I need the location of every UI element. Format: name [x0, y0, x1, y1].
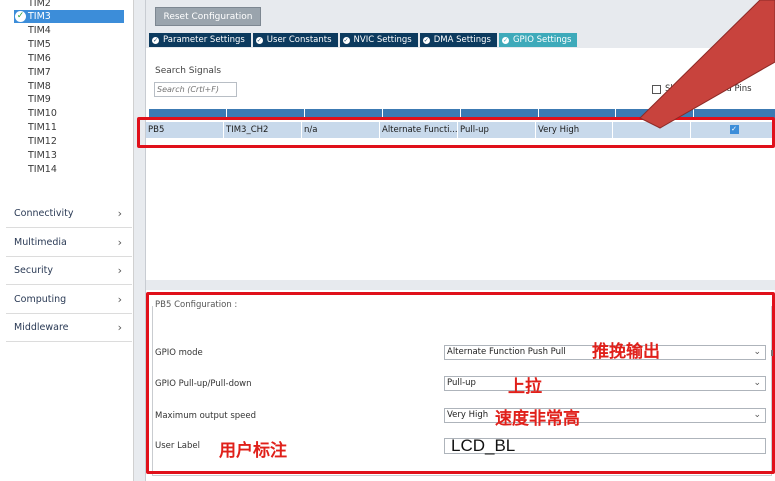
sidebar-category-connectivity[interactable]: Connectivity ›	[6, 200, 132, 228]
gpio-mode-label: GPIO mode	[155, 348, 203, 358]
main-panel: Reset Configuration ✓ Parameter Settings …	[146, 0, 775, 481]
tab-gpio-settings[interactable]: ✓ GPIO Settings	[498, 33, 578, 47]
cell-speed: Very High	[536, 122, 613, 138]
sidebar-item-tim6[interactable]: TIM6	[14, 52, 124, 65]
gpio-signals-panel: Search Signals Sh odified Pins PB5 TIM3_…	[146, 48, 775, 280]
column-header[interactable]	[694, 109, 775, 120]
sidebar-item-tim11[interactable]: TIM11	[14, 121, 124, 134]
sidebar-item-tim3[interactable]: ✓ TIM3	[14, 10, 124, 23]
table-row[interactable]: PB5 TIM3_CH2 n/a Alternate Functi... Pul…	[146, 122, 775, 138]
show-modified-checkbox[interactable]	[652, 85, 661, 94]
sidebar-item-tim4[interactable]: TIM4	[14, 24, 124, 37]
tab-nvic-settings[interactable]: ✓ NVIC Settings	[339, 33, 418, 47]
sidebar-item-tim8[interactable]: TIM8	[14, 80, 124, 93]
reset-configuration-button[interactable]: Reset Configuration	[155, 7, 261, 26]
cell-gpio-mode: Alternate Functi...	[380, 122, 458, 138]
scrollbar[interactable]	[771, 350, 773, 356]
search-input[interactable]	[154, 82, 237, 97]
column-header[interactable]	[305, 109, 383, 120]
user-label-label: User Label	[155, 441, 201, 451]
sidebar-item-tim14[interactable]: TIM14	[14, 163, 124, 176]
sidebar-item-tim7[interactable]: TIM7	[14, 66, 124, 79]
chevron-down-icon: ⌄	[753, 410, 761, 420]
column-header[interactable]	[149, 109, 227, 120]
check-icon: ✓	[15, 11, 26, 22]
cell-user-label	[613, 122, 691, 138]
check-icon: ✓	[255, 36, 263, 44]
chevron-right-icon: ›	[117, 264, 122, 277]
max-output-speed-select[interactable]: Very High ⌄	[444, 408, 766, 423]
chevron-right-icon: ›	[117, 207, 122, 220]
annotation-user-label: 用户标注	[219, 441, 287, 461]
sidebar-item-tim12[interactable]: TIM12	[14, 135, 124, 148]
search-signals-label: Search Signals	[155, 66, 222, 76]
sidebar-item-tim9[interactable]: TIM9	[14, 93, 124, 106]
tab-bar: ✓ Parameter Settings ✓ User Constants ✓ NVI…	[149, 33, 578, 47]
sidebar-category-computing[interactable]: Computing ›	[6, 286, 132, 314]
max-output-speed-label: Maximum output speed	[155, 411, 256, 421]
configuration-title: PB5 Configuration :	[155, 300, 238, 310]
column-header[interactable]	[383, 109, 461, 120]
cell-modified: ✓	[691, 122, 775, 138]
splitter[interactable]	[134, 0, 146, 481]
cell-output-level: n/a	[302, 122, 380, 138]
user-label-input[interactable]: LCD_BL	[444, 437, 766, 454]
sidebar-item-tim2[interactable]: TIM2	[14, 0, 124, 10]
check-icon: ✓	[501, 36, 509, 44]
sidebar-item-tim10[interactable]: TIM10	[14, 107, 124, 120]
tab-dma-settings[interactable]: ✓ DMA Settings	[419, 33, 497, 47]
sidebar-item-tim5[interactable]: TIM5	[14, 38, 124, 51]
cell-pin: PB5	[146, 122, 224, 138]
sidebar-item-tim13[interactable]: TIM13	[14, 149, 124, 162]
column-header[interactable]	[461, 109, 539, 120]
pull-up-down-select[interactable]: Pull-up ⌄	[444, 376, 766, 391]
chevron-right-icon: ›	[117, 236, 122, 249]
cell-pull: Pull-up	[458, 122, 536, 138]
column-header[interactable]	[227, 109, 305, 120]
sidebar-category-middleware[interactable]: Middleware ›	[6, 314, 132, 342]
tab-user-constants[interactable]: ✓ User Constants	[252, 33, 338, 47]
annotation-pull-up: 上拉	[508, 377, 542, 397]
check-icon: ✓	[422, 36, 430, 44]
annotation-push-pull: 推挽输出	[592, 342, 660, 362]
check-icon: ✓	[342, 36, 350, 44]
cell-signal: TIM3_CH2	[224, 122, 302, 138]
column-header[interactable]	[616, 109, 694, 120]
sidebar-category-security[interactable]: Security ›	[6, 257, 132, 285]
checkbox-checked-icon[interactable]: ✓	[729, 125, 739, 134]
show-modified-label: Sh odified Pins	[665, 84, 752, 94]
chevron-down-icon: ⌄	[753, 347, 761, 357]
column-header[interactable]	[539, 109, 616, 120]
tab-parameter-settings[interactable]: ✓ Parameter Settings	[149, 33, 251, 47]
annotation-very-high-speed: 速度非常高	[495, 409, 580, 429]
table-header	[149, 109, 775, 120]
chevron-right-icon: ›	[117, 321, 122, 334]
pull-up-down-label: GPIO Pull-up/Pull-down	[155, 379, 252, 389]
chevron-down-icon: ⌄	[753, 378, 761, 388]
sidebar: TIM2 ✓ TIM3 TIM4 TIM5 TIM6 TIM7 TIM8 TIM9…	[0, 0, 134, 481]
check-icon: ✓	[152, 36, 159, 44]
chevron-right-icon: ›	[117, 293, 122, 306]
sidebar-category-multimedia[interactable]: Multimedia ›	[6, 229, 132, 257]
